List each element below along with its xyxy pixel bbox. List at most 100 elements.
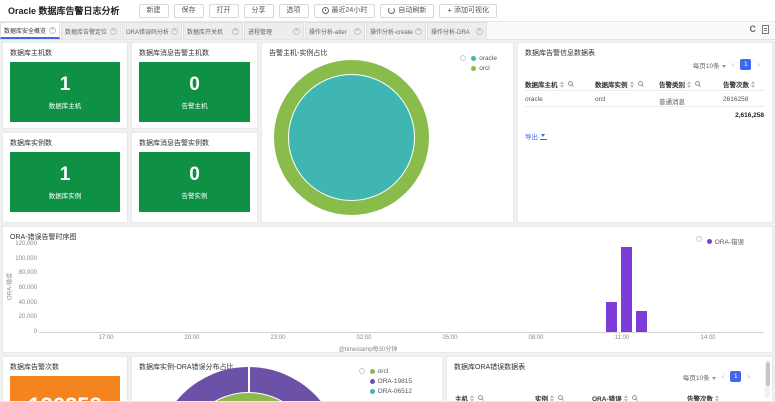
tab-bar: 数据库安全概览 数据库告警定位 ORA错误码分析 数据库开关机 进程管理 操作分… (0, 22, 775, 40)
legend-item-ora06512[interactable]: ORA-06512 (369, 388, 412, 395)
col-header-alert-category[interactable]: 告警类别 (659, 79, 701, 89)
options-button[interactable]: 选项 (278, 3, 309, 18)
prev-page-button[interactable]: ‹ (720, 372, 727, 381)
share-button[interactable]: 分享 (243, 3, 274, 18)
search-icon[interactable] (695, 81, 701, 87)
legend-item-orcl[interactable]: orcl (369, 368, 412, 375)
panel-host-instance-pie: 告警主机-实例占比 oracle orcl (261, 42, 514, 223)
page-number-button[interactable]: 1 (730, 371, 742, 382)
tab-op-dra[interactable]: 操作分析-DRA (427, 22, 487, 39)
tab-op-alter[interactable]: 操作分析-alter (305, 22, 365, 39)
new-button[interactable]: 新建 (138, 3, 169, 18)
bar-ora-error-2[interactable] (621, 247, 632, 332)
search-icon[interactable] (637, 81, 644, 87)
panel-alert-host-count: 数据库消息告警主机数 0 告警主机 (131, 42, 258, 129)
document-icon[interactable] (762, 24, 769, 34)
sort-icon[interactable] (470, 394, 475, 401)
col-header-db-host[interactable]: 数据库主机 (525, 79, 574, 89)
sort-icon[interactable] (751, 80, 756, 88)
refresh-icon[interactable]: C (750, 24, 757, 34)
close-icon[interactable] (293, 27, 300, 35)
col-header-instance[interactable]: 实例 (535, 393, 564, 401)
legend-item-ora19815[interactable]: ORA-19815 (369, 378, 412, 385)
close-icon[interactable] (110, 27, 117, 35)
tab-db-alert-locate[interactable]: 数据库告警定位 (61, 22, 121, 39)
collapse-legend-icon[interactable] (695, 236, 702, 242)
stat-alert-total: 186858 (10, 376, 120, 401)
time-range-button[interactable]: 最近24小时 (313, 3, 376, 18)
stat-alert-instance: 0 告警实例 (139, 152, 250, 212)
search-icon[interactable] (478, 395, 484, 401)
collapse-legend-icon[interactable] (460, 55, 467, 61)
sort-icon[interactable] (715, 394, 720, 401)
search-icon[interactable] (558, 395, 564, 401)
export-link[interactable]: 导出 (525, 131, 547, 141)
prev-page-button[interactable]: ‹ (730, 60, 737, 69)
ora-pie-legend: orcl ORA-19815 ORA-06512 (358, 368, 412, 398)
close-icon[interactable] (415, 27, 422, 35)
close-icon[interactable] (171, 27, 178, 35)
page-title: Oracle 数据库告警日志分析 (8, 6, 120, 16)
auto-refresh-button[interactable]: 自动刷新 (380, 3, 435, 18)
sort-icon[interactable] (550, 394, 555, 401)
panel-ora-table: 数据库ORA错误数据表 每页10条 ‹ 1 › 主机 实例 ORA-错误 告警次… (446, 356, 773, 402)
collapse-legend-icon[interactable] (358, 368, 365, 374)
sort-icon[interactable] (629, 80, 635, 88)
page-size-select[interactable]: 每页10条 (693, 60, 726, 70)
tab-ora-code-analysis[interactable]: ORA错误码分析 (122, 22, 182, 39)
col-header-alert-count[interactable]: 告警次数 (723, 79, 756, 89)
scrollbar-thumb[interactable] (765, 362, 770, 386)
col-header-ora-error[interactable]: ORA-错误 (592, 393, 638, 401)
save-button[interactable]: 保存 (173, 3, 204, 18)
page-size-select[interactable]: 每页10条 (683, 372, 716, 382)
tab-db-onoff[interactable]: 数据库开关机 (183, 22, 243, 39)
add-visualization-button[interactable]: + 添加可视化 (439, 3, 497, 18)
legend-item-oracle[interactable]: oracle (471, 55, 497, 62)
search-icon[interactable] (567, 81, 574, 87)
x-axis-label: @timestamp每30分钟 (338, 347, 398, 353)
cell-db-instance: orcl (595, 96, 606, 103)
legend-item-orcl[interactable]: orcl (471, 65, 497, 72)
cell-db-host: oracle (525, 96, 543, 103)
legend-dot (369, 369, 375, 374)
cell-alert-count: 2616258 (723, 96, 749, 103)
legend-dot (706, 238, 712, 244)
stat-alert-host: 0 告警主机 (139, 62, 250, 122)
close-icon[interactable] (232, 27, 239, 35)
legend-dot (369, 389, 375, 394)
chevron-down-icon (721, 64, 726, 68)
close-icon[interactable] (476, 27, 483, 35)
tab-db-security-overview[interactable]: 数据库安全概览 (0, 22, 60, 39)
tab-process-mgmt[interactable]: 进程管理 (244, 22, 304, 39)
close-icon[interactable] (49, 26, 56, 34)
bar-ora-error-3[interactable] (636, 311, 647, 332)
bar-ora-error-1[interactable] (606, 302, 617, 332)
x-axis-line (39, 332, 764, 333)
next-page-button[interactable]: › (755, 60, 762, 69)
open-button[interactable]: 打开 (208, 3, 239, 18)
next-page-button[interactable]: › (745, 372, 752, 381)
panel-alert-count-card: 数据库告警次数 186858 (2, 356, 128, 402)
plus-icon: + (447, 5, 452, 15)
col-header-host[interactable]: 主机 (455, 393, 484, 401)
legend-item-ora-error[interactable]: ORA-错误 (706, 236, 744, 246)
stat-db-host: 1 数据库主机 (10, 62, 120, 122)
page-number-button[interactable]: 1 (740, 59, 752, 70)
pie-slice-divider (248, 367, 250, 393)
col-header-alert-count[interactable]: 告警次数 (687, 393, 720, 401)
pie-legend: oracle orcl (460, 55, 497, 75)
scrollbar[interactable] (765, 360, 770, 398)
panel-db-host-count: 数据库主机数 1 数据库主机 (2, 42, 128, 129)
panel-ora-timeseries: ORA-错误告警时序图 ORA-错误 120,000 100,000 80,00… (2, 226, 773, 353)
tab-op-create[interactable]: 操作分析-create (366, 22, 426, 39)
legend-dot (471, 66, 477, 71)
col-header-db-instance[interactable]: 数据库实例 (595, 79, 644, 89)
sort-icon[interactable] (687, 80, 692, 88)
search-icon[interactable] (631, 395, 638, 401)
sort-icon[interactable] (623, 394, 629, 401)
panel-db-instance-count: 数据库实例数 1 数据库实例 (2, 132, 128, 223)
table-total: 2,616,258 (735, 112, 764, 119)
close-icon[interactable] (354, 27, 361, 35)
pie-inner-oracle[interactable] (288, 74, 415, 201)
sort-icon[interactable] (559, 80, 565, 88)
